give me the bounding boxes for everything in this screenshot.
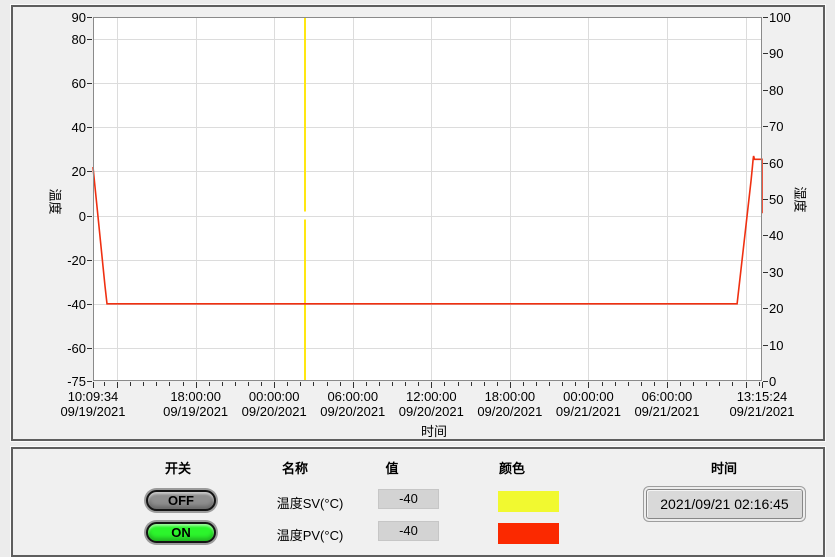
y-left-tick-label: 90 — [42, 10, 86, 25]
pv-color-swatch[interactable] — [498, 523, 559, 544]
trend-plot[interactable] — [0, 0, 835, 447]
y-right-tick-label: 90 — [769, 46, 813, 61]
y-left-tick-label: 60 — [42, 76, 86, 91]
y-right-tick-label: 10 — [769, 338, 813, 353]
sv-switch-off-button[interactable]: OFF — [146, 490, 216, 511]
plot-background — [93, 17, 762, 381]
y-right-tick-label: 20 — [769, 301, 813, 316]
x-tick-time: 06:00:00 — [619, 389, 715, 404]
y-right-tick-label: 0 — [769, 374, 813, 389]
y-right-tick-label: 30 — [769, 265, 813, 280]
cursor-time-display: 2021/09/21 02:16:45 — [646, 489, 803, 519]
y-right-tick-label: 70 — [769, 119, 813, 134]
header-time: 时间 — [682, 458, 766, 477]
y-left-tick-label: 80 — [42, 32, 86, 47]
y-left-tick-label: -20 — [42, 253, 86, 268]
x-tick-time: 13:15:24 — [714, 389, 810, 404]
sv-row-name: 温度SV(°C) — [240, 493, 380, 512]
y-left-tick-label: 20 — [42, 164, 86, 179]
header-switch: 开关 — [136, 458, 220, 477]
x-axis-title: 时间 — [421, 421, 447, 440]
x-tick-date: 09/19/2021 — [45, 404, 141, 419]
pv-row-name: 温度PV(°C) — [240, 525, 380, 544]
y-right-tick-label: 80 — [769, 83, 813, 98]
hmi-screen: { "chart_data": { "type": "line", "xlabe… — [0, 0, 835, 544]
x-tick-time: 10:09:34 — [45, 389, 141, 404]
y-right-tick-label: 100 — [769, 10, 813, 25]
y-left-tick-label: 40 — [42, 120, 86, 135]
pv-switch-on-button[interactable]: ON — [146, 522, 216, 543]
header-color: 颜色 — [470, 458, 554, 477]
y-left-tick-label: -40 — [42, 297, 86, 312]
header-name: 名称 — [253, 458, 337, 477]
y-left-tick-label: -75 — [42, 374, 86, 389]
x-tick-date: 09/21/2021 — [619, 404, 715, 419]
sv-value-display: -40 — [378, 489, 439, 509]
y-right-tick-label: 50 — [769, 192, 813, 207]
pv-value-display: -40 — [378, 521, 439, 541]
sv-color-swatch[interactable] — [498, 491, 559, 512]
y-left-tick-label: 0 — [42, 209, 86, 224]
y-left-tick-label: -60 — [42, 341, 86, 356]
y-right-tick-label: 60 — [769, 156, 813, 171]
header-value: 值 — [350, 458, 434, 477]
x-tick-date: 09/21/2021 — [714, 404, 810, 419]
y-right-tick-label: 40 — [769, 228, 813, 243]
